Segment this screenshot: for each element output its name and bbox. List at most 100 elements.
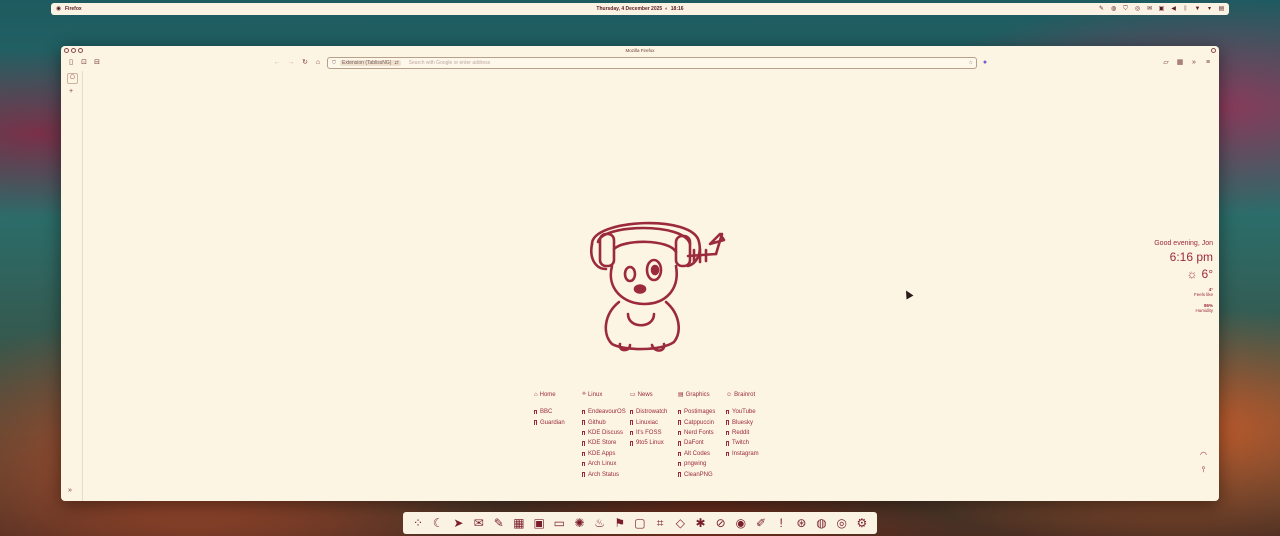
permissions-icon[interactable]: ⇄ bbox=[394, 60, 398, 66]
new-tab-plus-icon[interactable]: + bbox=[69, 88, 73, 95]
bluetooth-icon[interactable]: ᛒ bbox=[1182, 6, 1189, 13]
bookmark-star-icon[interactable]: ☆ bbox=[969, 60, 973, 66]
globe-icon[interactable]: ◍ bbox=[1110, 6, 1117, 13]
expand-sidebar-icon[interactable]: » bbox=[68, 487, 72, 494]
link-item[interactable]: DaFont bbox=[678, 438, 726, 448]
blender-icon[interactable]: ◉ bbox=[733, 515, 749, 531]
bookmarks-icon[interactable]: ▱ bbox=[1161, 58, 1171, 68]
link-item[interactable]: Linuxiac bbox=[630, 417, 678, 427]
bookmark-icon bbox=[726, 451, 729, 456]
edit-icon[interactable]: ✎ bbox=[491, 515, 507, 531]
settings-icon[interactable]: ⚙ bbox=[854, 515, 870, 531]
link-item[interactable]: Guardian bbox=[534, 417, 582, 427]
window-menu-button[interactable] bbox=[1211, 48, 1216, 53]
temperature: 6° bbox=[1201, 267, 1213, 281]
link-item[interactable]: KDE Discuss bbox=[582, 428, 630, 438]
alert-icon[interactable]: ! bbox=[773, 515, 789, 531]
link-item[interactable]: It's FOSS bbox=[630, 428, 678, 438]
link-item[interactable]: Postimages bbox=[678, 407, 726, 417]
close-window-button[interactable] bbox=[64, 48, 69, 53]
bookmark-icon bbox=[582, 451, 585, 456]
hamburger-menu-icon[interactable]: ≡ bbox=[1203, 58, 1213, 68]
libreoffice-icon[interactable]: ▣ bbox=[531, 515, 547, 531]
home-icon[interactable]: ⌂ bbox=[313, 58, 323, 68]
shield-icon[interactable]: ⛉ bbox=[1122, 6, 1129, 13]
obs-icon[interactable]: ◍ bbox=[814, 515, 830, 531]
link-item[interactable]: Arch Status bbox=[582, 469, 630, 479]
toolbox-icon[interactable]: ⊡ bbox=[79, 58, 89, 68]
webcam-icon[interactable]: ◎ bbox=[834, 515, 850, 531]
night-icon[interactable]: ☾ bbox=[430, 515, 446, 531]
link-item[interactable]: YouTube bbox=[726, 407, 774, 417]
link-column-brainrot: ☺ Brainrot YouTube Bluesky Reddit Twitch … bbox=[726, 391, 774, 480]
sidebar-toggle-icon[interactable]: ▯ bbox=[66, 58, 76, 68]
link-item[interactable]: EndeavourOS bbox=[582, 407, 630, 417]
pen-icon[interactable]: ✎ bbox=[1098, 6, 1105, 13]
link-label: Instagram bbox=[732, 450, 759, 457]
steam-icon[interactable]: ◎ bbox=[1134, 6, 1141, 13]
minimize-window-button[interactable] bbox=[71, 48, 76, 53]
smiley-icon: ☺ bbox=[726, 391, 733, 398]
files-icon[interactable]: ▭ bbox=[551, 515, 567, 531]
forward-icon[interactable]: → bbox=[286, 58, 296, 68]
link-label: It's FOSS bbox=[636, 429, 662, 436]
link-item[interactable]: Reddit bbox=[726, 428, 774, 438]
back-icon[interactable]: ← bbox=[272, 58, 282, 68]
disk-icon[interactable]: ⊘ bbox=[713, 515, 729, 531]
thermometer-icon[interactable]: ⫯ bbox=[1202, 465, 1205, 475]
steam-icon[interactable]: ⊛ bbox=[793, 515, 809, 531]
wifi-icon[interactable]: ◠ bbox=[1200, 450, 1207, 459]
link-item[interactable]: KDE Store bbox=[582, 438, 630, 448]
link-item[interactable]: Instagram bbox=[726, 449, 774, 459]
calendar-icon[interactable]: ▦ bbox=[511, 515, 527, 531]
bookmark-icon bbox=[582, 420, 585, 425]
maximize-window-button[interactable] bbox=[78, 48, 83, 53]
link-label: Twitch bbox=[732, 440, 750, 447]
reload-icon[interactable]: ↻ bbox=[300, 58, 310, 68]
link-label: 9to5 Linux bbox=[636, 440, 664, 447]
apps-grid-icon[interactable]: ▦ bbox=[1175, 58, 1185, 68]
link-item[interactable]: KDE Apps bbox=[582, 449, 630, 459]
link-item[interactable]: Bluesky bbox=[726, 417, 774, 427]
link-item[interactable]: Github bbox=[582, 417, 630, 427]
clock[interactable]: Thursday, 4 December 2025 ◐ 18:16 bbox=[51, 6, 1229, 12]
aperture-icon[interactable]: ✺ bbox=[571, 515, 587, 531]
flag-icon[interactable]: ⚑ bbox=[612, 515, 628, 531]
tab-new-tab[interactable]: ⎔ bbox=[67, 73, 78, 84]
mail-icon[interactable]: ✉ bbox=[471, 515, 487, 531]
link-item[interactable]: BBC bbox=[534, 407, 582, 417]
link-item[interactable]: Twitch bbox=[726, 438, 774, 448]
overflow-chevron-icon[interactable]: » bbox=[1189, 58, 1199, 68]
wifi-icon[interactable]: ▼ bbox=[1194, 6, 1201, 13]
eyedropper-icon[interactable]: ✐ bbox=[753, 515, 769, 531]
link-label: Arch Status bbox=[588, 471, 620, 478]
telegram-icon[interactable]: ➤ bbox=[450, 515, 466, 531]
link-item[interactable]: Nerd Fonts bbox=[678, 428, 726, 438]
hash-icon[interactable]: ⌗ bbox=[652, 515, 668, 531]
launcher-icon[interactable]: ⁘ bbox=[410, 515, 426, 531]
bug-icon[interactable]: ✱ bbox=[692, 515, 708, 531]
url-bar[interactable]: ⛉ Extension (TablissNG) ⇄ Search with Go… bbox=[327, 57, 977, 69]
chevron-down-icon[interactable]: ▾ bbox=[1206, 6, 1213, 13]
link-item[interactable]: Catppuccin bbox=[678, 417, 726, 427]
volume-icon[interactable]: ◀ bbox=[1170, 6, 1177, 13]
link-item[interactable]: pngwing bbox=[678, 459, 726, 469]
display-icon[interactable]: ▢ bbox=[632, 515, 648, 531]
notes-icon[interactable]: ▣ bbox=[1158, 6, 1165, 13]
link-item[interactable]: Arch Linux bbox=[582, 459, 630, 469]
extension-chip[interactable]: Extension (TablissNG) ⇄ bbox=[340, 60, 401, 66]
shield-icon[interactable]: ⛉ bbox=[331, 60, 337, 66]
link-item[interactable]: Alt Codes bbox=[678, 449, 726, 459]
link-item[interactable]: 9to5 Linux bbox=[630, 438, 678, 448]
inbox-icon[interactable]: ▤ bbox=[1218, 6, 1225, 13]
flame-icon[interactable]: ♨ bbox=[592, 515, 608, 531]
bookmark-icon bbox=[678, 420, 681, 425]
mail-icon[interactable]: ✉ bbox=[1146, 6, 1153, 13]
link-item[interactable]: CleanPNG bbox=[678, 469, 726, 479]
link-item[interactable]: Distrowatch bbox=[630, 407, 678, 417]
bookmark-icon bbox=[726, 430, 729, 436]
extension-icon[interactable]: ● bbox=[980, 58, 990, 68]
save-icon[interactable]: ⊟ bbox=[92, 58, 102, 68]
bookmark-icon bbox=[678, 472, 681, 477]
fish-icon[interactable]: ◇ bbox=[672, 515, 688, 531]
